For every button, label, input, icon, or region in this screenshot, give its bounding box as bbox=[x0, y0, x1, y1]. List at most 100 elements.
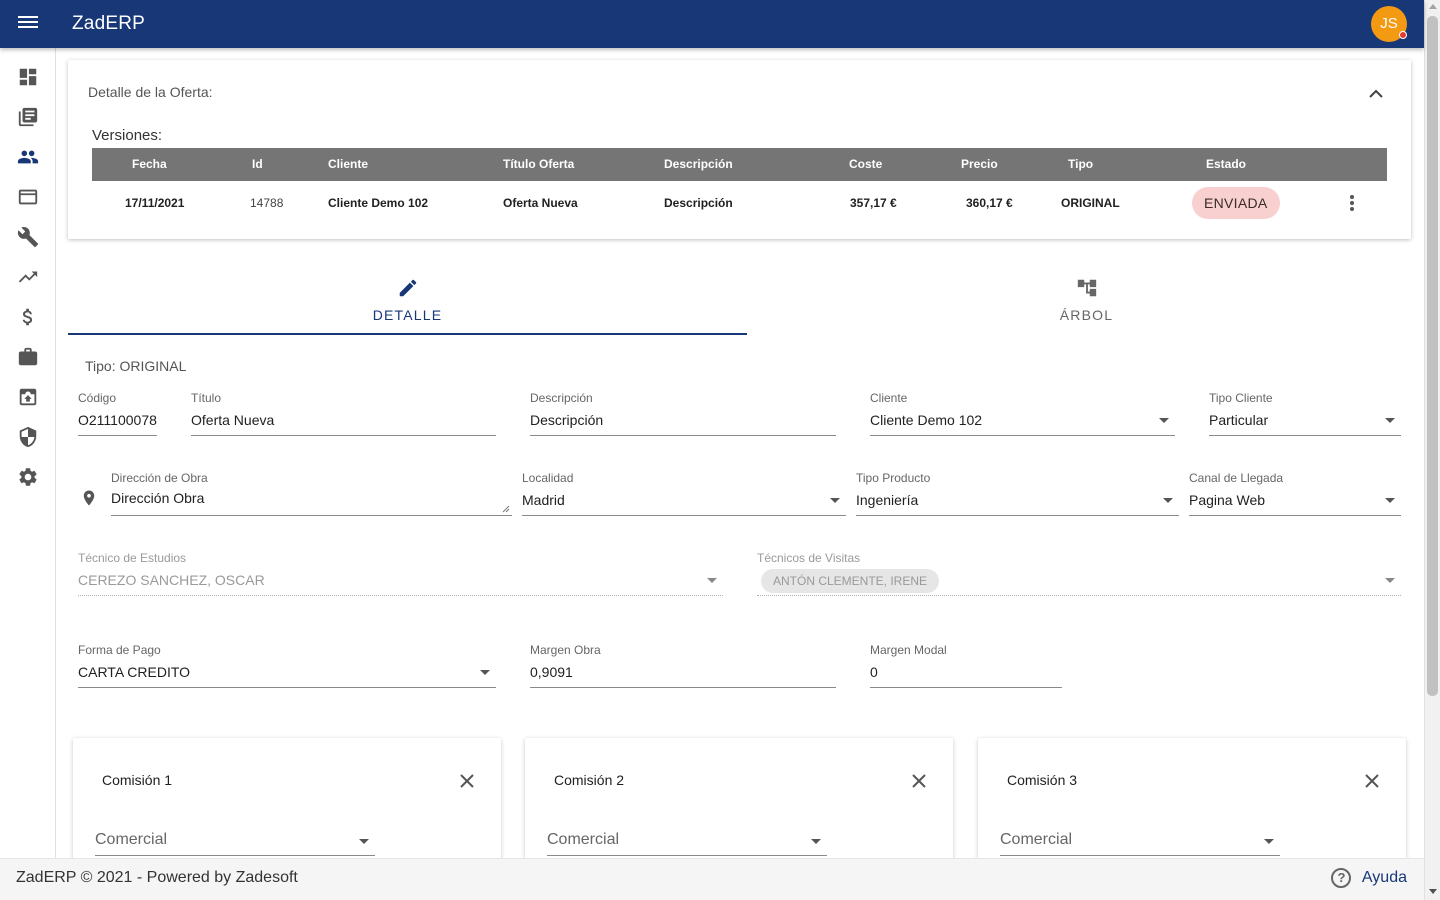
tipo-producto-select[interactable]: Tipo Producto Ingeniería bbox=[856, 471, 1179, 516]
comercial-select[interactable]: Comercial bbox=[1000, 828, 1280, 856]
footer-copyright: ZadERP © 2021 - Powered by Zadesoft bbox=[16, 869, 298, 886]
people-icon[interactable] bbox=[17, 146, 39, 168]
archive-icon[interactable] bbox=[17, 386, 39, 408]
column-header[interactable]: Descripción bbox=[664, 157, 733, 171]
field-value: CEREZO SANCHEZ, OSCAR bbox=[78, 572, 265, 588]
cell-descripcion: Descripción bbox=[664, 196, 733, 210]
codigo-field[interactable]: Código O211100078 bbox=[78, 391, 157, 436]
localidad-select[interactable]: Localidad Madrid bbox=[522, 471, 846, 516]
cliente-select[interactable]: Cliente Cliente Demo 102 bbox=[870, 391, 1175, 436]
notification-dot bbox=[1399, 31, 1407, 39]
dropdown-arrow-icon[interactable] bbox=[1159, 418, 1169, 423]
library-books-icon[interactable] bbox=[17, 106, 39, 128]
cell-coste: 357,17 € bbox=[850, 196, 897, 210]
dropdown-arrow-icon bbox=[1385, 578, 1395, 583]
tab-detalle[interactable]: DETALLE bbox=[68, 263, 747, 335]
dashboard-icon[interactable] bbox=[17, 66, 39, 88]
commission-card-2: Comisión 2 Comercial bbox=[525, 738, 953, 858]
close-icon[interactable] bbox=[911, 773, 927, 789]
column-header[interactable]: Coste bbox=[849, 157, 882, 171]
gear-icon[interactable] bbox=[17, 466, 39, 488]
technician-chip: ANTÓN CLEMENTE, IRENE bbox=[761, 569, 940, 593]
dropdown-arrow-icon[interactable] bbox=[811, 839, 821, 844]
field-label: Forma de Pago bbox=[78, 643, 161, 657]
comercial-select[interactable]: Comercial bbox=[547, 828, 827, 856]
tree-icon bbox=[1077, 279, 1097, 297]
user-initials: JS bbox=[1380, 15, 1398, 32]
field-value: Oferta Nueva bbox=[191, 412, 275, 428]
field-label: Margen Modal bbox=[870, 643, 947, 657]
forma-pago-select[interactable]: Forma de Pago CARTA CREDITO bbox=[78, 643, 496, 688]
versions-table: Fecha Id Cliente Título Oferta Descripci… bbox=[92, 148, 1387, 225]
field-value: Ingeniería bbox=[856, 492, 919, 508]
field-value: Comercial bbox=[95, 831, 168, 848]
field-label: Cliente bbox=[870, 391, 908, 405]
chevron-up-icon[interactable] bbox=[1369, 86, 1383, 98]
hamburger-menu-icon[interactable] bbox=[16, 13, 40, 35]
close-icon[interactable] bbox=[1364, 773, 1380, 789]
margen-obra-field[interactable]: Margen Obra 0,9091 bbox=[530, 643, 836, 688]
tab-arbol[interactable]: ÁRBOL bbox=[747, 263, 1424, 335]
descripcion-field[interactable]: Descripción Descripción bbox=[530, 391, 836, 436]
card-title: Comisión 1 bbox=[102, 772, 173, 788]
help-icon: ? bbox=[1331, 868, 1352, 888]
column-header[interactable]: Id bbox=[252, 157, 263, 171]
column-header[interactable]: Precio bbox=[961, 157, 998, 171]
dollar-icon[interactable] bbox=[17, 306, 39, 328]
dropdown-arrow-icon[interactable] bbox=[480, 670, 490, 675]
trending-up-icon[interactable] bbox=[17, 266, 39, 288]
field-value: Comercial bbox=[547, 831, 620, 848]
field-label: Canal de Llegada bbox=[1189, 471, 1284, 485]
user-avatar[interactable]: JS bbox=[1371, 6, 1407, 42]
column-header[interactable]: Fecha bbox=[132, 157, 167, 171]
column-header[interactable]: Título Oferta bbox=[503, 157, 574, 171]
footer: ZadERP © 2021 - Powered by Zadesoft ? Ay… bbox=[0, 858, 1424, 900]
table-header: Fecha Id Cliente Título Oferta Descripci… bbox=[92, 148, 1387, 181]
shield-icon[interactable] bbox=[17, 426, 39, 448]
scroll-thumb[interactable] bbox=[1427, 16, 1438, 696]
close-icon[interactable] bbox=[459, 773, 475, 789]
field-label: Técnicos de Visitas bbox=[757, 551, 861, 565]
help-link[interactable]: ? Ayuda bbox=[1331, 868, 1407, 890]
field-value: 0 bbox=[870, 664, 878, 680]
scroll-up-icon[interactable] bbox=[1429, 4, 1437, 9]
field-value: Madrid bbox=[522, 492, 565, 508]
field-value: 0,9091 bbox=[530, 664, 573, 680]
field-label: Tipo Cliente bbox=[1209, 391, 1273, 405]
resize-handle-icon[interactable] bbox=[502, 505, 510, 513]
commission-card-3: Comisión 3 Comercial bbox=[978, 738, 1406, 858]
field-value: Cliente Demo 102 bbox=[870, 412, 983, 428]
dropdown-arrow-icon bbox=[707, 578, 717, 583]
wrench-icon[interactable] bbox=[17, 226, 39, 248]
cell-fecha: 17/11/2021 bbox=[125, 196, 185, 210]
field-label: Título bbox=[191, 391, 222, 405]
more-vert-icon[interactable] bbox=[1349, 194, 1355, 212]
offer-detail-panel: Detalle de la Oferta: Versiones: Fecha I… bbox=[68, 60, 1411, 239]
direccion-obra-textarea[interactable]: Dirección de Obra Dirección Obra bbox=[111, 471, 512, 516]
scroll-down-icon[interactable] bbox=[1429, 889, 1437, 894]
table-row[interactable]: 17/11/2021 14788 Cliente Demo 102 Oferta… bbox=[92, 181, 1387, 225]
column-header[interactable]: Cliente bbox=[328, 157, 368, 171]
tipo-cliente-select[interactable]: Tipo Cliente Particular bbox=[1209, 391, 1401, 436]
canal-llegada-select[interactable]: Canal de Llegada Pagina Web bbox=[1189, 471, 1401, 516]
location-pin-icon bbox=[80, 488, 100, 510]
web-window-icon[interactable] bbox=[17, 186, 39, 208]
dropdown-arrow-icon[interactable] bbox=[1385, 418, 1395, 423]
help-label: Ayuda bbox=[1361, 869, 1407, 886]
briefcase-icon[interactable] bbox=[17, 346, 39, 368]
dropdown-arrow-icon[interactable] bbox=[1163, 498, 1173, 503]
titulo-field[interactable]: Título Oferta Nueva bbox=[191, 391, 496, 436]
comercial-select[interactable]: Comercial bbox=[95, 828, 375, 856]
field-value: Comercial bbox=[1000, 831, 1073, 848]
field-label: Localidad bbox=[522, 471, 574, 485]
column-header[interactable]: Estado bbox=[1206, 157, 1246, 171]
dropdown-arrow-icon[interactable] bbox=[1264, 839, 1274, 844]
column-header[interactable]: Tipo bbox=[1068, 157, 1093, 171]
card-title: Comisión 3 bbox=[1007, 772, 1078, 788]
margen-modal-field[interactable]: Margen Modal 0 bbox=[870, 643, 1062, 688]
dropdown-arrow-icon[interactable] bbox=[830, 498, 840, 503]
dropdown-arrow-icon[interactable] bbox=[359, 839, 369, 844]
vertical-scrollbar[interactable] bbox=[1424, 0, 1440, 900]
dropdown-arrow-icon[interactable] bbox=[1385, 498, 1395, 503]
cell-id: 14788 bbox=[250, 196, 284, 210]
